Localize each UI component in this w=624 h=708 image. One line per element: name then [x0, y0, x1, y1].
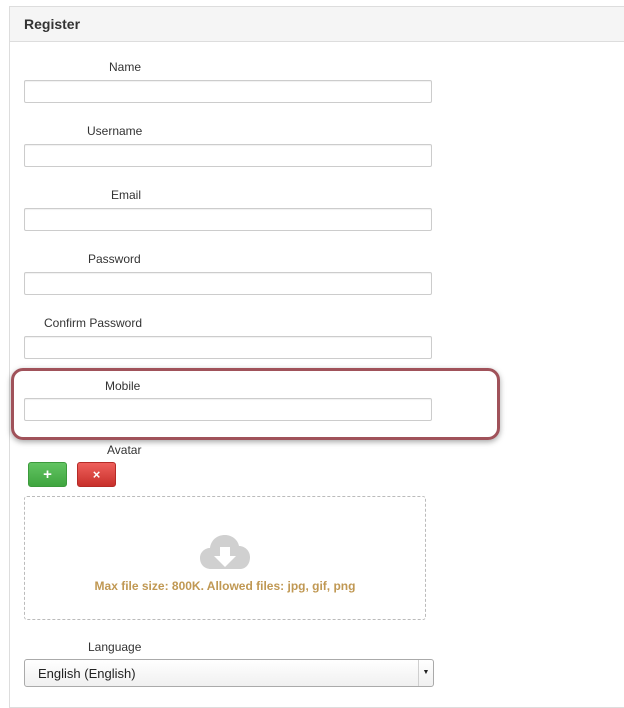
email-label: Email	[111, 188, 142, 202]
mobile-label: Mobile	[105, 379, 141, 393]
username-input[interactable]	[24, 144, 432, 167]
cloud-download-icon	[200, 535, 250, 569]
dropzone-message: Max file size: 800K. Allowed files: jpg,…	[94, 579, 356, 593]
name-label: Name	[109, 60, 142, 74]
panel-heading: Register	[10, 7, 624, 42]
username-label: Username	[87, 124, 143, 138]
language-select[interactable]: English (English) ▼	[24, 659, 434, 687]
confirm-password-label: Confirm Password	[44, 316, 143, 330]
email-input[interactable]	[24, 208, 432, 231]
language-label: Language	[88, 640, 142, 654]
avatar-dropzone[interactable]: Max file size: 800K. Allowed files: jpg,…	[24, 496, 426, 620]
remove-avatar-button[interactable]: ×	[77, 462, 116, 487]
password-label: Password	[88, 252, 141, 266]
name-input[interactable]	[24, 80, 432, 103]
dropdown-arrow-icon[interactable]: ▼	[418, 660, 433, 686]
avatar-label: Avatar	[107, 443, 142, 457]
password-input[interactable]	[24, 272, 432, 295]
panel-title: Register	[24, 16, 81, 32]
language-selected-value: English (English)	[38, 666, 136, 681]
mobile-input[interactable]	[24, 398, 432, 421]
add-avatar-button[interactable]: +	[28, 462, 67, 487]
confirm-password-input[interactable]	[24, 336, 432, 359]
